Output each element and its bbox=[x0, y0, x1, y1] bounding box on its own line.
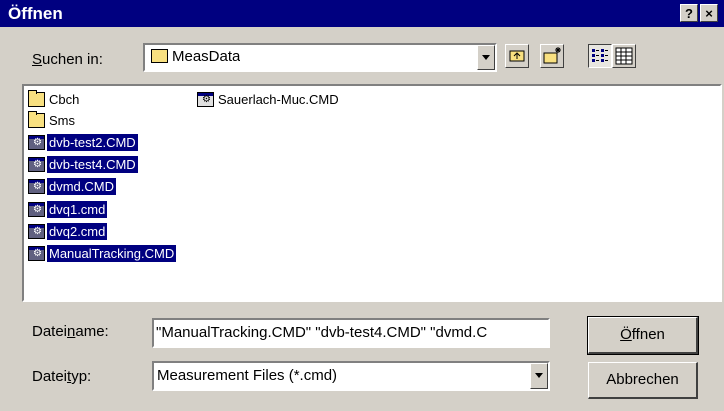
up-one-level-icon bbox=[509, 50, 525, 62]
list-view-icon bbox=[592, 49, 608, 62]
folder-icon bbox=[28, 90, 45, 107]
filetype-dropdown-button[interactable] bbox=[530, 363, 548, 389]
new-folder-button[interactable] bbox=[540, 44, 564, 68]
file-list[interactable]: Cbch Sms dvb-test2.CMD dvb-test4.CMD dvm… bbox=[22, 84, 722, 302]
help-button[interactable]: ? bbox=[680, 4, 698, 22]
new-folder-icon bbox=[543, 47, 561, 64]
filename-label: Dateiname: bbox=[32, 323, 109, 340]
look-in-dropdown-button[interactable] bbox=[477, 45, 495, 70]
cmd-file-icon bbox=[28, 202, 45, 217]
dialog-title: Öffnen bbox=[8, 4, 63, 23]
look-in-value: MeasData bbox=[172, 48, 241, 65]
details-view-button[interactable] bbox=[612, 44, 636, 68]
look-in-label: Suchen in: bbox=[32, 51, 103, 68]
filetype-combobox[interactable]: Measurement Files (*.cmd) bbox=[152, 361, 550, 391]
cancel-button[interactable]: Abbrechen bbox=[588, 362, 698, 399]
up-one-level-button[interactable] bbox=[505, 44, 529, 68]
cmd-file-icon bbox=[28, 157, 45, 172]
details-view-icon bbox=[615, 47, 633, 65]
cmd-file-icon bbox=[197, 92, 214, 107]
open-button[interactable]: Öffnen bbox=[587, 316, 699, 355]
filename-field[interactable]: "ManualTracking.CMD" "dvb-test4.CMD" "dv… bbox=[152, 318, 550, 348]
filetype-label: Dateityp: bbox=[32, 368, 92, 385]
cmd-file-icon bbox=[28, 246, 45, 261]
open-file-dialog: Öffnen ? × Suchen in: MeasData Cbch Sms … bbox=[0, 0, 724, 411]
look-in-combobox[interactable]: MeasData bbox=[143, 43, 497, 72]
filename-value: "ManualTracking.CMD" "dvb-test4.CMD" "dv… bbox=[156, 324, 488, 341]
cmd-file-icon bbox=[28, 179, 45, 194]
filetype-value: Measurement Files (*.cmd) bbox=[157, 367, 338, 384]
folder-icon bbox=[151, 49, 168, 63]
cmd-file-icon bbox=[28, 135, 45, 150]
list-view-button[interactable] bbox=[588, 44, 612, 68]
close-button[interactable]: × bbox=[700, 4, 718, 22]
folder-icon bbox=[28, 111, 45, 128]
cmd-file-icon bbox=[28, 224, 45, 239]
title-bar[interactable]: Öffnen ? × bbox=[0, 0, 724, 27]
